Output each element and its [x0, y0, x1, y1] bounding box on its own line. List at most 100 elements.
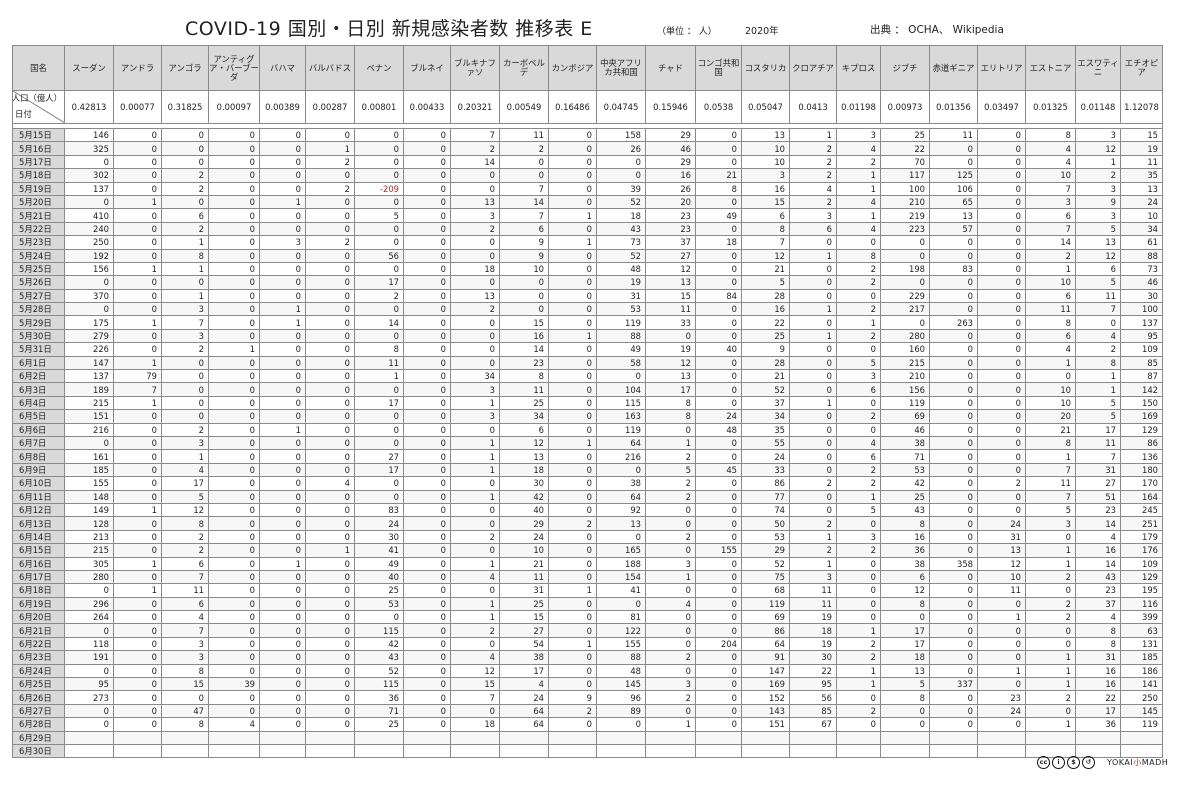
value-cell: 0 — [450, 342, 500, 357]
value-cell — [548, 743, 597, 759]
value-cell: 31 — [977, 529, 1026, 545]
value-cell: 0 — [929, 717, 978, 732]
value-cell: 15 — [1120, 127, 1163, 143]
table-row: 6月13日 128 0 8 0 0 0 24 0 0 29 2 13 0 0 50 2 0 8 0 24 3 14 251 — [12, 516, 1163, 531]
value-cell: 1 — [161, 288, 209, 304]
value-cell: 0 — [977, 489, 1026, 504]
value-cell: 169 — [1120, 409, 1163, 424]
value-cell: 0 — [403, 610, 451, 625]
value-cell: 2 — [161, 543, 209, 558]
value-cell: 0 — [789, 422, 837, 437]
value-cell: 0 — [403, 596, 451, 612]
value-cell — [259, 743, 306, 759]
value-cell: 1 — [259, 315, 306, 330]
value-cell: 2 — [450, 141, 500, 156]
value-cell: 0 — [929, 516, 978, 531]
value-cell: 0 — [305, 422, 355, 437]
value-cell: 51 — [1075, 489, 1121, 504]
value-cell: 24 — [741, 449, 790, 464]
population-cell: 0.01198 — [836, 90, 881, 124]
value-cell: 0 — [789, 235, 837, 250]
value-cell: 118 — [64, 636, 114, 652]
value-cell: 21 — [695, 168, 742, 183]
value-cell: 176 — [1120, 543, 1163, 558]
value-cell: 10 — [1025, 168, 1076, 183]
value-cell: 0 — [305, 556, 355, 571]
value-cell: 2 — [836, 703, 881, 719]
value-cell: 5 — [880, 677, 930, 692]
value-cell: 0 — [259, 623, 306, 638]
date-cell: 5月26日 — [12, 275, 65, 290]
table-row: 5月22日 240 0 2 0 0 0 0 0 2 6 0 43 23 0 8 6 4 223 57 0 7 5 34 — [12, 221, 1163, 237]
value-cell: 0 — [259, 288, 306, 304]
value-cell: 280 — [64, 569, 114, 585]
value-cell: 42 — [499, 489, 549, 504]
value-cell: 19 — [789, 610, 837, 625]
value-cell: 48 — [596, 663, 646, 679]
value-cell: 0 — [113, 596, 162, 612]
value-cell: 0 — [977, 650, 1026, 665]
value-cell: 3 — [450, 409, 500, 424]
value-cell: 0 — [113, 449, 162, 464]
value-cell: 0 — [208, 395, 260, 411]
value-cell: 0 — [64, 717, 114, 732]
value-cell: 13 — [645, 275, 696, 290]
value-cell: 145 — [596, 677, 646, 692]
value-cell: 100 — [1120, 302, 1163, 317]
date-cell: 5月15日 — [12, 127, 65, 143]
value-cell: 0 — [695, 302, 742, 317]
value-cell: 0 — [880, 248, 930, 263]
value-cell: 0 — [836, 235, 881, 250]
value-cell: 0 — [208, 476, 260, 491]
value-cell: 0 — [645, 516, 696, 531]
date-cell: 6月24日 — [12, 663, 65, 679]
value-cell: 2 — [836, 650, 881, 665]
value-cell — [64, 743, 114, 759]
value-cell: 7 — [161, 623, 209, 638]
value-cell: 2 — [645, 650, 696, 665]
value-cell: 0 — [208, 569, 260, 585]
value-cell: 0 — [548, 717, 597, 732]
value-cell: 0 — [305, 717, 355, 732]
value-cell: 0 — [450, 315, 500, 330]
value-cell: 53 — [354, 596, 404, 612]
value-cell: 8 — [1075, 636, 1121, 652]
value-cell: 2 — [305, 154, 355, 170]
value-cell: 12 — [645, 355, 696, 371]
value-cell: 0 — [977, 342, 1026, 357]
value-cell: 21 — [741, 369, 790, 384]
value-cell: 11 — [929, 127, 978, 143]
value-cell: 13 — [929, 208, 978, 223]
table-row: 5月30日 279 0 3 0 0 0 0 0 0 16 1 88 0 0 25 1 2 280 0 0 6 4 95 — [12, 328, 1163, 344]
value-cell: 0 — [929, 235, 978, 250]
value-cell: 10 — [499, 543, 549, 558]
value-cell: 0 — [64, 435, 114, 451]
value-cell: 36 — [880, 543, 930, 558]
value-cell: 0 — [695, 369, 742, 384]
value-cell: 0 — [208, 610, 260, 625]
value-cell: 0 — [161, 369, 209, 384]
value-cell: 1 — [305, 141, 355, 156]
value-cell: 31 — [596, 288, 646, 304]
value-cell: 0 — [403, 489, 451, 504]
value-cell: 69 — [741, 610, 790, 625]
value-cell: 0 — [789, 435, 837, 451]
date-cell: 5月20日 — [12, 194, 65, 210]
value-cell: 26 — [596, 141, 646, 156]
table-row: 6月26日 273 0 0 0 0 0 36 0 7 24 9 96 2 0 152 56 0 8 0 23 2 22 250 — [12, 690, 1163, 705]
value-cell: 204 — [695, 636, 742, 652]
value-cell: 0 — [259, 717, 306, 732]
value-cell: 64 — [596, 435, 646, 451]
value-cell: 0 — [259, 208, 306, 223]
value-cell: 0 — [305, 516, 355, 531]
value-cell: 3 — [161, 636, 209, 652]
value-cell: 57 — [929, 221, 978, 237]
table-row: 5月20日 0 1 0 0 1 0 0 0 13 14 0 52 20 0 15 2 4 210 65 0 3 9 24 — [12, 194, 1163, 210]
value-cell: 0 — [305, 502, 355, 518]
value-cell: 1 — [836, 489, 881, 504]
value-cell: 2 — [161, 181, 209, 196]
value-cell: 146 — [64, 127, 114, 143]
value-cell: 0 — [596, 717, 646, 732]
value-cell: 0 — [305, 369, 355, 384]
value-cell: 61 — [1120, 235, 1163, 250]
